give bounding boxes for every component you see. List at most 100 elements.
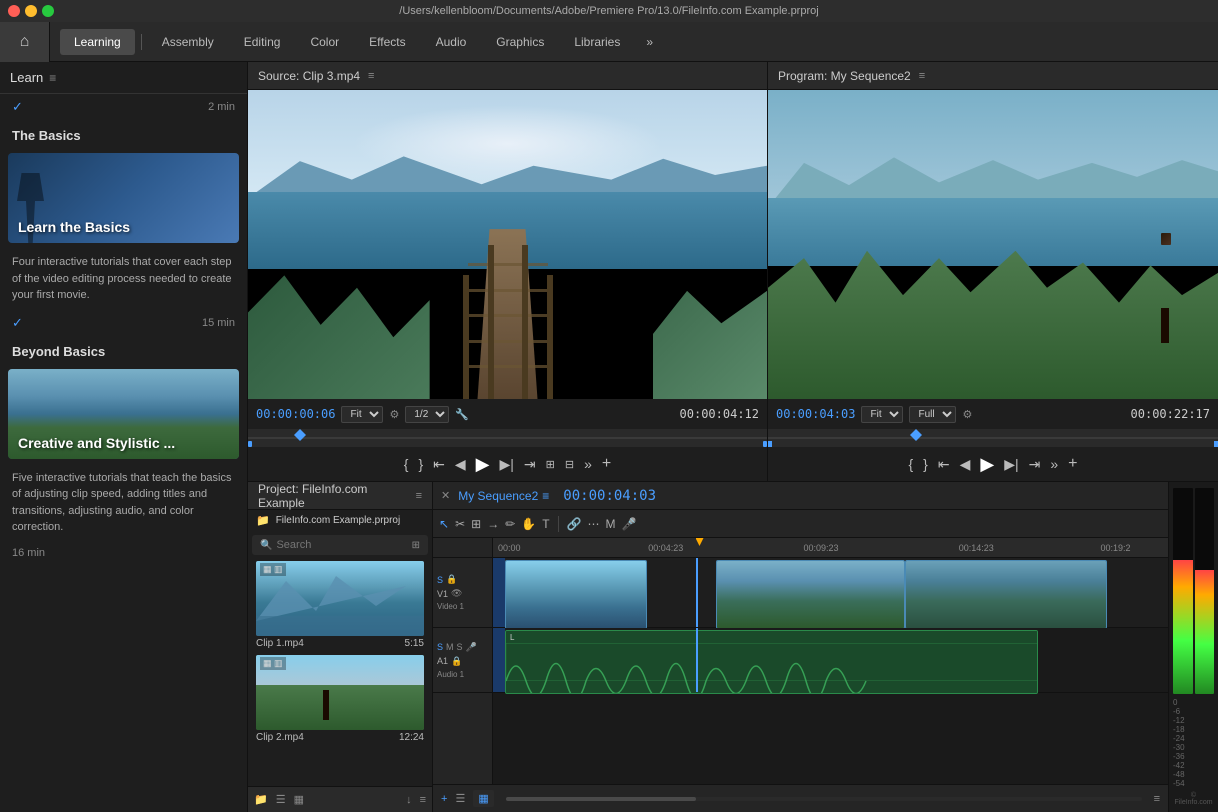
marker-tool[interactable]: M — [606, 517, 616, 531]
selection-tool[interactable]: ↖ — [439, 517, 449, 531]
a1-solo-icon[interactable]: S — [457, 642, 463, 652]
close-sequence-icon[interactable]: ✕ — [441, 489, 450, 502]
v1-eye-icon[interactable]: 👁 — [451, 588, 462, 599]
source-add-button[interactable]: + — [602, 455, 611, 473]
program-timecode[interactable]: 00:00:04:03 — [776, 407, 855, 421]
more-workspaces-button[interactable]: » — [636, 29, 663, 55]
project-list-view-icon[interactable]: ☰ — [276, 793, 286, 806]
tab-effects[interactable]: Effects — [355, 29, 419, 55]
source-play-button[interactable]: ▶ — [476, 454, 490, 475]
timeline-ruler[interactable]: 00:00 00:04:23 00:09:23 00:14:23 00:19:2 — [493, 538, 1168, 558]
source-monitor-menu-icon[interactable]: ≡ — [368, 70, 374, 82]
project-icon-view-icon[interactable]: ▦ — [294, 793, 304, 806]
tl-add-track-icon[interactable]: + — [441, 793, 447, 805]
tab-graphics[interactable]: Graphics — [482, 29, 558, 55]
tl-zoom-icon[interactable]: ▦ — [473, 790, 493, 807]
mic-tool[interactable]: 🎤 — [622, 517, 637, 531]
learn-menu-icon[interactable]: ≡ — [49, 71, 56, 85]
tl-list-icon[interactable]: ☰ — [455, 792, 465, 805]
prog-more-controls[interactable]: » — [1050, 456, 1058, 472]
tl-more-icon[interactable]: ≡ — [1154, 793, 1160, 805]
source-settings-icon[interactable]: ⚙ — [389, 408, 399, 421]
program-fit-select[interactable]: Fit — [861, 406, 903, 423]
v1-sync-lock[interactable]: S — [437, 575, 443, 585]
prog-step-forward-button[interactable]: ▶| — [1004, 456, 1018, 473]
snap-tool[interactable]: ⋯ — [588, 517, 600, 531]
tab-audio[interactable]: Audio — [422, 29, 481, 55]
ripple-tool[interactable]: ⊞ — [471, 517, 481, 531]
link-tool[interactable]: 🔗 — [567, 517, 582, 531]
tab-color[interactable]: Color — [296, 29, 353, 55]
tab-learning[interactable]: Learning — [60, 29, 135, 55]
learn-the-basics-card[interactable]: Learn the Basics — [8, 153, 239, 243]
seq-menu-icon[interactable]: ≡ — [542, 489, 549, 503]
prog-goto-in-button[interactable]: ⇤ — [938, 456, 950, 473]
ruler-header — [433, 538, 492, 558]
tl-zoom-slider[interactable] — [506, 797, 1142, 801]
source-scrub-start — [248, 441, 252, 447]
pen-tool[interactable]: ✏ — [505, 517, 515, 531]
track-select-tool[interactable]: → — [487, 517, 499, 531]
v1-lock-icon[interactable]: 🔒 — [446, 574, 457, 585]
a1-lock-icon[interactable]: 🔒 — [451, 656, 462, 667]
source-wrench-icon[interactable]: 🔧 — [455, 408, 469, 421]
prog-add-button[interactable]: + — [1068, 455, 1077, 473]
a1-mic-icon[interactable]: 🎤 — [466, 642, 477, 653]
clip-1-content — [506, 561, 646, 628]
source-more-controls[interactable]: » — [584, 456, 592, 472]
project-panel-menu-icon[interactable]: ≡ — [416, 490, 422, 502]
source-goto-in-button[interactable]: ⇤ — [433, 456, 445, 473]
v1-track-content[interactable] — [493, 558, 1168, 628]
source-mark-out-button[interactable]: } — [418, 456, 423, 472]
program-settings-icon[interactable]: ⚙ — [962, 408, 972, 421]
creative-stylistic-card[interactable]: Creative and Stylistic ... — [8, 369, 239, 459]
prog-mark-in-button[interactable]: { — [908, 456, 913, 472]
timeline-timecode[interactable]: 00:00:04:03 — [563, 488, 656, 504]
program-quality-select[interactable]: Full — [909, 406, 956, 423]
close-button[interactable] — [8, 5, 20, 17]
text-tool[interactable]: T — [542, 517, 549, 531]
source-insert-button[interactable]: ⊞ — [546, 458, 555, 471]
program-timeline-scrub[interactable] — [768, 429, 1218, 447]
prog-step-back-button[interactable]: ◀ — [960, 456, 971, 473]
tab-editing[interactable]: Editing — [230, 29, 295, 55]
prog-mark-out-button[interactable]: } — [923, 456, 928, 472]
source-timeline-scrub[interactable] — [248, 429, 767, 447]
source-fraction-select[interactable]: 1/2 — [405, 406, 449, 423]
program-monitor-menu-icon[interactable]: ≡ — [919, 70, 925, 82]
source-step-forward-button[interactable]: ▶| — [500, 456, 514, 473]
project-search-bar[interactable]: 🔍 ⊞ — [252, 535, 428, 555]
prog-play-button[interactable]: ▶ — [980, 454, 994, 475]
clip-1-item[interactable]: ▦ ▥ Clip 1.mp4 5:15 — [248, 559, 432, 653]
source-goto-out-button[interactable]: ⇥ — [524, 456, 536, 473]
source-overwrite-button[interactable]: ⊟ — [565, 458, 574, 471]
a1-sync-lock[interactable]: S — [437, 642, 443, 652]
project-automate-icon[interactable]: ↓ — [406, 794, 412, 806]
project-search-input[interactable] — [276, 539, 411, 551]
video-clip-2[interactable] — [716, 560, 905, 629]
source-timecode[interactable]: 00:00:00:06 — [256, 407, 335, 421]
source-mark-in-button[interactable]: { — [404, 456, 409, 472]
tab-libraries[interactable]: Libraries — [560, 29, 634, 55]
a1-track-content[interactable]: L — [493, 628, 1168, 693]
project-new-bin-icon[interactable]: 📁 — [254, 793, 268, 806]
project-find-icon[interactable]: ≡ — [420, 794, 426, 806]
project-search-add-icon[interactable]: ⊞ — [412, 540, 420, 551]
project-panel-title: Project: FileInfo.com Example — [258, 482, 408, 510]
video-clip-3[interactable] — [905, 560, 1108, 629]
razor-tool[interactable]: ✂ — [455, 517, 465, 531]
hand-tool[interactable]: ✋ — [521, 517, 536, 531]
a1-mute-icon[interactable]: M — [446, 642, 454, 652]
video-clip-1[interactable] — [505, 560, 647, 629]
sequence-tab[interactable]: My Sequence2 ≡ — [458, 489, 549, 503]
source-fit-select[interactable]: Fit — [341, 406, 383, 423]
prog-goto-out-button[interactable]: ⇥ — [1029, 456, 1041, 473]
minimize-button[interactable] — [25, 5, 37, 17]
maximize-button[interactable] — [42, 5, 54, 17]
clip-2-item[interactable]: ▦ ▥ Clip 2.mp4 12:24 — [248, 653, 432, 747]
home-button[interactable]: ⌂ — [0, 22, 50, 62]
track-headers: S 🔒 V1 👁 Video 1 — [433, 538, 493, 784]
audio-clip-1[interactable]: L — [505, 630, 1038, 694]
source-step-back-button[interactable]: ◀ — [455, 456, 466, 473]
tab-assembly[interactable]: Assembly — [148, 29, 228, 55]
